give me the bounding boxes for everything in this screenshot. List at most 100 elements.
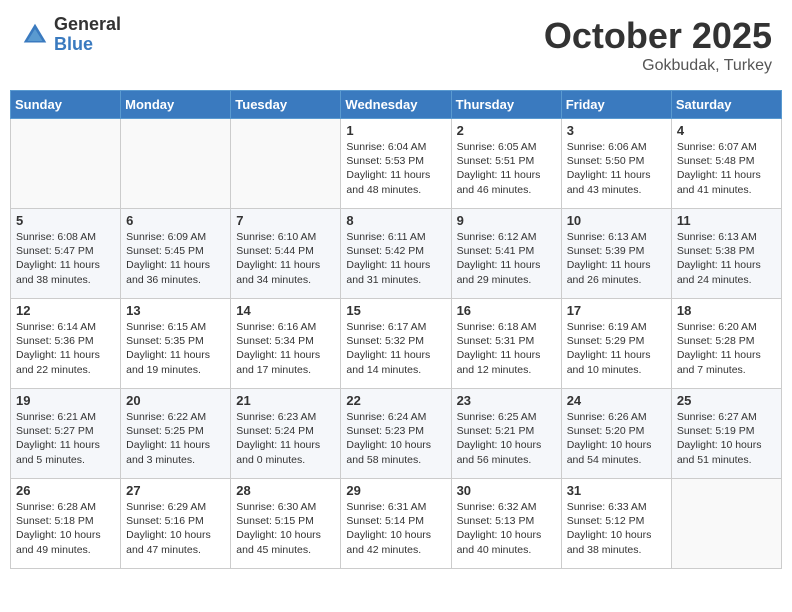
day-number: 4	[677, 123, 776, 138]
calendar-cell: 6Sunrise: 6:09 AM Sunset: 5:45 PM Daylig…	[121, 209, 231, 299]
calendar-cell: 13 Sunrise: 6:15 AM Sunset: 5:35 PM Dayli…	[121, 299, 231, 389]
day-number: 22	[346, 393, 445, 408]
weekday-header-wednesday: Wednesday	[341, 91, 451, 119]
day-number: 27	[126, 483, 225, 498]
calendar-cell: 14 Sunrise: 6:16 AM Sunset: 5:34 PM Dayli…	[231, 299, 341, 389]
day-number: 13	[126, 303, 225, 318]
day-info: Sunrise: 6:13 AM Sunset: 5:38 PM Dayligh…	[677, 230, 776, 287]
calendar-week-2: 5 Sunrise: 6:08 AM Sunset: 5:47 PM Daylig…	[11, 209, 782, 299]
weekday-header-monday: Monday	[121, 91, 231, 119]
calendar-week-4: 19 Sunrise: 6:21 AM Sunset: 5:27 PM Dayli…	[11, 389, 782, 479]
weekday-header-friday: Friday	[561, 91, 671, 119]
calendar-cell: 10 Sunrise: 6:13 AM Sunset: 5:39 PM Dayli…	[561, 209, 671, 299]
day-info: Sunrise: 6:13 AM Sunset: 5:39 PM Dayligh…	[567, 230, 666, 287]
calendar-cell: 17 Sunrise: 6:19 AM Sunset: 5:29 PM Dayli…	[561, 299, 671, 389]
day-number: 1	[346, 123, 445, 138]
day-number: 16	[457, 303, 556, 318]
calendar-cell	[11, 119, 121, 209]
calendar-cell: 28Sunrise: 6:30 AM Sunset: 5:15 PM Dayli…	[231, 479, 341, 569]
day-info: Sunrise: 6:05 AM Sunset: 5:51 PM Dayligh…	[457, 140, 556, 197]
location-text: Gokbudak, Turkey	[544, 57, 772, 75]
calendar-cell	[231, 119, 341, 209]
day-number: 18	[677, 303, 776, 318]
logo-blue-text: Blue	[54, 35, 121, 55]
day-number: 25	[677, 393, 776, 408]
day-number: 12	[16, 303, 115, 318]
day-info: Sunrise: 6:32 AM Sunset: 5:13 PM Dayligh…	[457, 500, 556, 557]
day-number: 6	[126, 213, 225, 228]
day-number: 10	[567, 213, 666, 228]
calendar-week-1: 1 Sunrise: 6:04 AM Sunset: 5:53 PM Daylig…	[11, 119, 782, 209]
day-number: 21	[236, 393, 335, 408]
calendar-cell: 23Sunrise: 6:25 AM Sunset: 5:21 PM Dayli…	[451, 389, 561, 479]
day-info: Sunrise: 6:24 AM Sunset: 5:23 PM Dayligh…	[346, 410, 445, 467]
calendar-cell	[671, 479, 781, 569]
calendar-cell: 25Sunrise: 6:27 AM Sunset: 5:19 PM Dayli…	[671, 389, 781, 479]
day-info: Sunrise: 6:26 AM Sunset: 5:20 PM Dayligh…	[567, 410, 666, 467]
logo-icon	[20, 20, 50, 50]
day-number: 17	[567, 303, 666, 318]
weekday-header-tuesday: Tuesday	[231, 91, 341, 119]
calendar-week-3: 12 Sunrise: 6:14 AM Sunset: 5:36 PM Dayli…	[11, 299, 782, 389]
day-number: 23	[457, 393, 556, 408]
day-number: 31	[567, 483, 666, 498]
day-number: 8	[346, 213, 445, 228]
day-number: 29	[346, 483, 445, 498]
day-number: 15	[346, 303, 445, 318]
day-info: Sunrise: 6:19 AM Sunset: 5:29 PM Dayligh…	[567, 320, 666, 377]
day-info: Sunrise: 6:14 AM Sunset: 5:36 PM Dayligh…	[16, 320, 115, 377]
calendar-cell: 26 Sunrise: 6:28 AM Sunset: 5:18 PM Dayli…	[11, 479, 121, 569]
day-info: Sunrise: 6:10 AM Sunset: 5:44 PM Dayligh…	[236, 230, 335, 287]
day-info: Sunrise: 6:12 AM Sunset: 5:41 PM Dayligh…	[457, 230, 556, 287]
day-info: Sunrise: 6:04 AM Sunset: 5:53 PM Dayligh…	[346, 140, 445, 197]
calendar-cell: 5 Sunrise: 6:08 AM Sunset: 5:47 PM Daylig…	[11, 209, 121, 299]
calendar-cell: 20 Sunrise: 6:22 AM Sunset: 5:25 PM Dayli…	[121, 389, 231, 479]
calendar-cell: 16 Sunrise: 6:18 AM Sunset: 5:31 PM Dayli…	[451, 299, 561, 389]
weekday-header-saturday: Saturday	[671, 91, 781, 119]
day-info: Sunrise: 6:08 AM Sunset: 5:47 PM Dayligh…	[16, 230, 115, 287]
calendar-cell	[121, 119, 231, 209]
day-number: 19	[16, 393, 115, 408]
day-info: Sunrise: 6:30 AM Sunset: 5:15 PM Dayligh…	[236, 500, 335, 557]
day-info: Sunrise: 6:06 AM Sunset: 5:50 PM Dayligh…	[567, 140, 666, 197]
day-info: Sunrise: 6:23 AM Sunset: 5:24 PM Dayligh…	[236, 410, 335, 467]
calendar-week-5: 26 Sunrise: 6:28 AM Sunset: 5:18 PM Dayli…	[11, 479, 782, 569]
weekday-header-row: SundayMondayTuesdayWednesdayThursdayFrid…	[11, 91, 782, 119]
calendar-cell: 9 Sunrise: 6:12 AM Sunset: 5:41 PM Daylig…	[451, 209, 561, 299]
title-block: October 2025 Gokbudak, Turkey	[544, 15, 772, 75]
calendar-cell: 31 Sunrise: 6:33 AM Sunset: 5:12 PM Dayli…	[561, 479, 671, 569]
calendar-cell: 22 Sunrise: 6:24 AM Sunset: 5:23 PM Dayli…	[341, 389, 451, 479]
calendar-cell: 4Sunrise: 6:07 AM Sunset: 5:48 PM Daylig…	[671, 119, 781, 209]
calendar-cell: 30Sunrise: 6:32 AM Sunset: 5:13 PM Dayli…	[451, 479, 561, 569]
calendar-cell: 18Sunrise: 6:20 AM Sunset: 5:28 PM Dayli…	[671, 299, 781, 389]
day-info: Sunrise: 6:16 AM Sunset: 5:34 PM Dayligh…	[236, 320, 335, 377]
day-number: 26	[16, 483, 115, 498]
day-info: Sunrise: 6:22 AM Sunset: 5:25 PM Dayligh…	[126, 410, 225, 467]
day-info: Sunrise: 6:33 AM Sunset: 5:12 PM Dayligh…	[567, 500, 666, 557]
calendar-cell: 1 Sunrise: 6:04 AM Sunset: 5:53 PM Daylig…	[341, 119, 451, 209]
day-number: 9	[457, 213, 556, 228]
day-info: Sunrise: 6:29 AM Sunset: 5:16 PM Dayligh…	[126, 500, 225, 557]
day-info: Sunrise: 6:28 AM Sunset: 5:18 PM Dayligh…	[16, 500, 115, 557]
day-info: Sunrise: 6:15 AM Sunset: 5:35 PM Dayligh…	[126, 320, 225, 377]
calendar-cell: 3Sunrise: 6:06 AM Sunset: 5:50 PM Daylig…	[561, 119, 671, 209]
calendar-table: SundayMondayTuesdayWednesdayThursdayFrid…	[10, 90, 782, 569]
day-info: Sunrise: 6:17 AM Sunset: 5:32 PM Dayligh…	[346, 320, 445, 377]
calendar-cell: 7 Sunrise: 6:10 AM Sunset: 5:44 PM Daylig…	[231, 209, 341, 299]
weekday-header-sunday: Sunday	[11, 91, 121, 119]
day-number: 5	[16, 213, 115, 228]
calendar-cell: 29 Sunrise: 6:31 AM Sunset: 5:14 PM Dayli…	[341, 479, 451, 569]
calendar-cell: 2 Sunrise: 6:05 AM Sunset: 5:51 PM Daylig…	[451, 119, 561, 209]
logo: General Blue	[20, 15, 121, 55]
day-info: Sunrise: 6:21 AM Sunset: 5:27 PM Dayligh…	[16, 410, 115, 467]
calendar-cell: 11Sunrise: 6:13 AM Sunset: 5:38 PM Dayli…	[671, 209, 781, 299]
day-number: 2	[457, 123, 556, 138]
day-number: 20	[126, 393, 225, 408]
day-info: Sunrise: 6:18 AM Sunset: 5:31 PM Dayligh…	[457, 320, 556, 377]
calendar-cell: 15 Sunrise: 6:17 AM Sunset: 5:32 PM Dayli…	[341, 299, 451, 389]
day-number: 14	[236, 303, 335, 318]
calendar-cell: 8Sunrise: 6:11 AM Sunset: 5:42 PM Daylig…	[341, 209, 451, 299]
day-info: Sunrise: 6:31 AM Sunset: 5:14 PM Dayligh…	[346, 500, 445, 557]
day-number: 7	[236, 213, 335, 228]
calendar-cell: 27 Sunrise: 6:29 AM Sunset: 5:16 PM Dayli…	[121, 479, 231, 569]
